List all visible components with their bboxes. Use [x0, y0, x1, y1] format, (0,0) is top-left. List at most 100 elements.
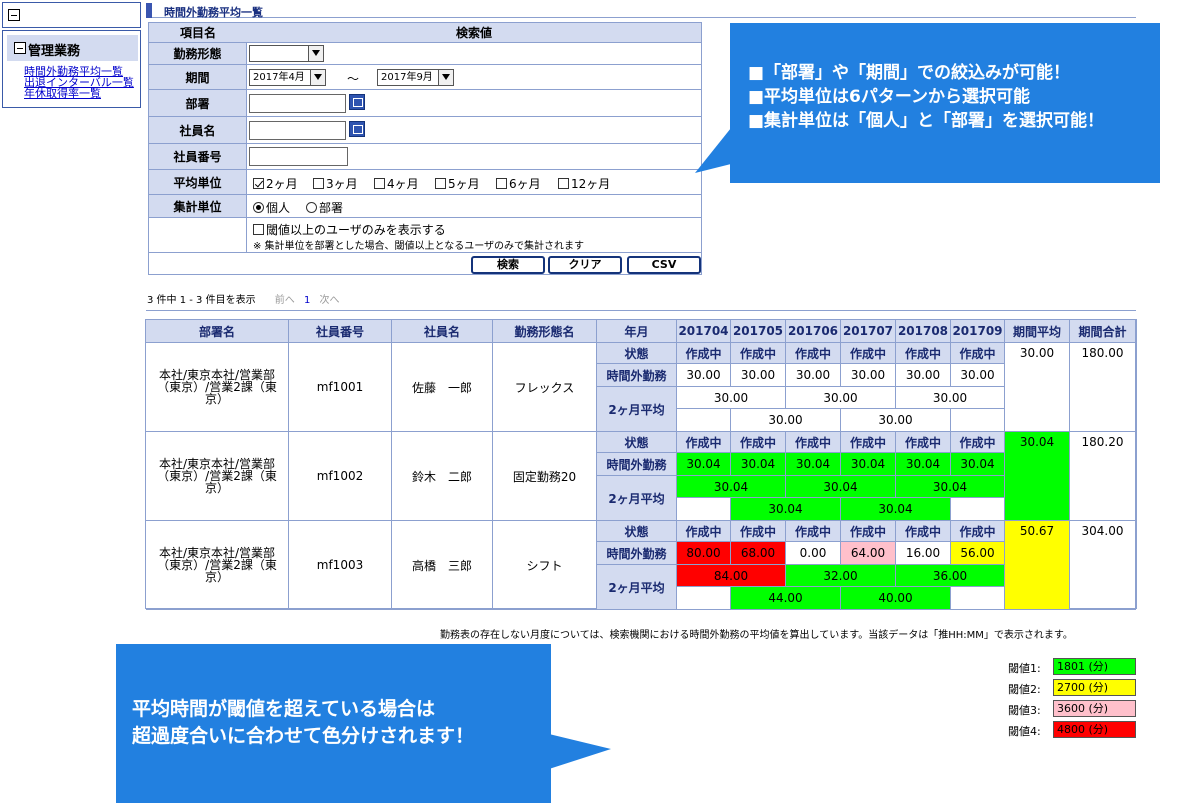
- pager: 3 件中 1 - 3 件目を表示 前へ 1 次へ: [147, 291, 340, 306]
- avg-unit-option[interactable]: 12ヶ月: [558, 175, 610, 192]
- period-total-cell: 180.00: [1070, 343, 1136, 432]
- two-month-avg-cell: 30.04: [731, 498, 841, 521]
- overtime-cell: 30.04: [951, 453, 1005, 476]
- threshold-note: ※ 集計単位を部署とした場合、閾値以上となるユーザのみで集計されます: [253, 241, 585, 252]
- avg-unit-option-label: 4ヶ月: [387, 177, 419, 191]
- pager-next[interactable]: 次へ: [320, 295, 340, 306]
- pager-current[interactable]: 1: [304, 295, 310, 306]
- name-label: 社員名: [149, 117, 247, 143]
- dept-picker-icon[interactable]: [349, 94, 365, 110]
- chevron-down-icon: [438, 70, 453, 85]
- table-header: 201706: [786, 320, 841, 343]
- name-input[interactable]: [249, 121, 346, 140]
- radio-icon[interactable]: [253, 202, 264, 213]
- radio-icon[interactable]: [306, 202, 317, 213]
- user-picker-icon[interactable]: [349, 121, 365, 137]
- clear-button[interactable]: クリア: [548, 256, 622, 274]
- two-month-avg-cell: 30.04: [841, 498, 951, 521]
- table-header: 勤務形態名: [493, 320, 597, 343]
- status-cell: 作成中: [786, 432, 841, 453]
- collapse-icon[interactable]: [14, 42, 26, 54]
- callout-line: 平均時間が閾値を超えている場合は: [132, 698, 436, 720]
- threshold-only-checkbox[interactable]: 閾値以上のユーザのみを表示する: [253, 221, 446, 238]
- avg-unit-option[interactable]: 4ヶ月: [374, 175, 419, 192]
- checkbox-icon[interactable]: [313, 178, 324, 189]
- search-button[interactable]: 検索: [471, 256, 545, 274]
- dept-cell: 本社/東京本社/営業部（東京）/営業2課（東京）: [146, 521, 289, 610]
- overtime-cell: 30.00: [841, 364, 896, 387]
- avg-unit-option[interactable]: 3ヶ月: [313, 175, 358, 192]
- status-cell: 作成中: [786, 521, 841, 542]
- threshold-blank-label: [149, 218, 247, 252]
- status-cell: 作成中: [731, 521, 786, 542]
- threshold-label: 閾値1:: [1008, 662, 1041, 675]
- status-cell: 作成中: [677, 343, 731, 364]
- sub-label: 時間外勤務: [597, 542, 677, 565]
- agg-individual-label: 個人: [266, 201, 291, 215]
- collapse-icon[interactable]: [8, 9, 20, 21]
- empno-cell: mf1003: [289, 521, 392, 610]
- two-month-avg-cell: 32.00: [786, 565, 896, 587]
- callout-pointer: [695, 123, 735, 173]
- table-header: 201708: [896, 320, 951, 343]
- checkbox-icon[interactable]: [374, 178, 385, 189]
- form-row-period: 期間 2017年4月 ～ 2017年9月: [149, 65, 701, 90]
- form-row-agg-unit: 集計単位 個人 部署: [149, 195, 701, 218]
- worktype-select[interactable]: [249, 45, 324, 62]
- overtime-cell: 30.04: [731, 453, 786, 476]
- agg-individual-radio[interactable]: 個人: [253, 199, 290, 216]
- dept-input[interactable]: [249, 94, 346, 113]
- overtime-cell: 64.00: [841, 542, 896, 565]
- form-header-item: 項目名: [149, 23, 247, 42]
- form-row-name: 社員名: [149, 117, 701, 144]
- sub-label: 2ヶ月平均: [597, 565, 677, 610]
- period-avg-cell: 30.00: [1005, 343, 1070, 432]
- two-month-avg-cell: 30.00: [786, 387, 896, 409]
- sub-label: 状態: [597, 343, 677, 364]
- empty-cell: [951, 498, 1005, 521]
- checkbox-icon[interactable]: [253, 224, 264, 235]
- checkbox-icon[interactable]: [558, 178, 569, 189]
- period-avg-cell: 50.67: [1005, 521, 1070, 610]
- status-cell: 作成中: [951, 432, 1005, 453]
- name-cell: 高橋 三郎: [392, 521, 493, 610]
- csv-button[interactable]: CSV: [627, 256, 701, 274]
- sub-label: 2ヶ月平均: [597, 387, 677, 432]
- empty-cell: [951, 587, 1005, 610]
- avg-unit-option[interactable]: 2ヶ月: [253, 175, 298, 192]
- avg-unit-option[interactable]: 5ヶ月: [435, 175, 480, 192]
- sidebar-link-leave-rate[interactable]: 年休取得率一覧: [24, 88, 101, 99]
- page-title: 時間外勤務平均一覧: [164, 6, 263, 19]
- two-month-avg-cell: 30.00: [896, 387, 1005, 409]
- agg-dept-radio[interactable]: 部署: [306, 199, 343, 216]
- result-count: 3 件中 1 - 3 件目を表示: [147, 295, 256, 306]
- checkbox-icon[interactable]: [253, 178, 264, 189]
- empno-input[interactable]: [249, 147, 348, 166]
- threshold-only-label: 閾値以上のユーザのみを表示する: [266, 223, 446, 237]
- threshold-value: 2700 (分): [1053, 679, 1136, 696]
- two-month-avg-cell: 30.00: [841, 409, 951, 432]
- avg-unit-option[interactable]: 6ヶ月: [496, 175, 541, 192]
- status-cell: 作成中: [951, 343, 1005, 364]
- status-cell: 作成中: [677, 432, 731, 453]
- overtime-cell: 30.00: [677, 364, 731, 387]
- form-row-avg-unit: 平均単位 2ヶ月 3ヶ月 4ヶ月 5ヶ月 6ヶ月 12ヶ月: [149, 170, 701, 195]
- avg-unit-label: 平均単位: [149, 170, 247, 194]
- callout-line: 超過度合いに合わせて色分けされます！: [132, 725, 475, 747]
- sidebar-section-header[interactable]: 管理業務: [7, 35, 138, 61]
- period-to-select[interactable]: 2017年9月: [377, 69, 454, 86]
- status-cell: 作成中: [731, 432, 786, 453]
- avg-unit-option-label: 6ヶ月: [509, 177, 541, 191]
- threshold-value: 4800 (分): [1053, 721, 1136, 738]
- period-separator: ～: [347, 72, 360, 86]
- name-cell: 佐藤 一郎: [392, 343, 493, 432]
- checkbox-icon[interactable]: [496, 178, 507, 189]
- checkbox-icon[interactable]: [435, 178, 446, 189]
- two-month-avg-cell: 36.00: [896, 565, 1005, 587]
- pager-prev[interactable]: 前へ: [275, 295, 295, 306]
- period-from-select[interactable]: 2017年4月: [249, 69, 326, 86]
- empty-cell: [677, 498, 731, 521]
- sidebar: 管理業務 時間外勤務平均一覧 出退インターバル一覧 年休取得率一覧: [2, 30, 141, 108]
- status-cell: 作成中: [841, 343, 896, 364]
- period-avg-cell: 30.04: [1005, 432, 1070, 521]
